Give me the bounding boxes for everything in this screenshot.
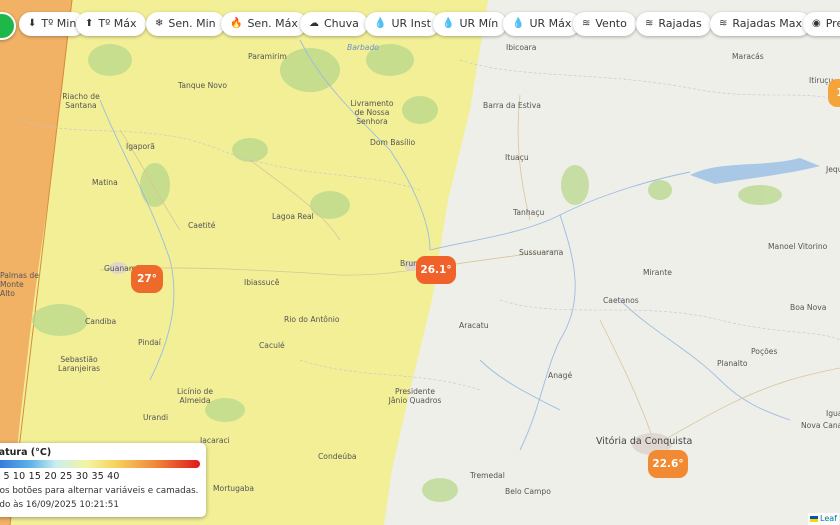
place-label: Anagé bbox=[548, 371, 573, 380]
arrow-down-icon: ⬇ bbox=[28, 18, 37, 29]
place-label: Ituaçu bbox=[505, 153, 529, 162]
place-label: Jequ bbox=[826, 165, 840, 174]
place-label: Dom Basílio bbox=[370, 138, 416, 147]
wind-icon: ≋ bbox=[582, 18, 591, 29]
place-label: Caetité bbox=[188, 221, 216, 230]
ur-min-button[interactable]: 💧 UR Mín bbox=[433, 12, 508, 36]
place-label: Riacho de Santana bbox=[62, 92, 100, 110]
rajadas-max-button[interactable]: ≋ Rajadas Max bbox=[710, 12, 812, 36]
place-label: Pindaí bbox=[138, 338, 161, 347]
rajadas-button[interactable]: ≋ Rajadas bbox=[636, 12, 711, 36]
rajadas-max-button-label: Rajadas Max bbox=[732, 17, 803, 30]
droplet-icon: 💧 bbox=[442, 18, 455, 29]
place-label: Tremedal bbox=[470, 471, 505, 480]
place-label: Vitória da Conquista bbox=[596, 436, 693, 447]
place-label: Boa Nova bbox=[790, 303, 827, 312]
tmax-button[interactable]: ⬆ Tº Máx bbox=[76, 12, 146, 36]
home-button[interactable] bbox=[0, 12, 16, 40]
chuva-button-label: Chuva bbox=[324, 17, 359, 30]
ur-inst-button-label: UR Inst bbox=[391, 17, 431, 30]
place-label: Sebastião Laranjeiras bbox=[58, 355, 101, 373]
place-label: Maracás bbox=[732, 52, 764, 61]
ur-inst-button[interactable]: 💧 UR Inst bbox=[365, 12, 440, 36]
ukraine-flag-icon bbox=[810, 516, 818, 522]
place-label: Caculé bbox=[259, 341, 285, 350]
place-label: Caetanos bbox=[603, 296, 639, 305]
variable-toolbar: ⬇ Tº Min ⬆ Tº Máx ❄ Sen. Min 🔥 Sen. Máx ☁ Chu… bbox=[0, 10, 840, 40]
chuva-button[interactable]: ☁ Chuva bbox=[300, 12, 368, 36]
temperature-marker[interactable]: 26.1° bbox=[416, 256, 456, 284]
pressao-button-label: Pre bbox=[825, 17, 840, 30]
place-label: Aracatu bbox=[459, 321, 489, 330]
sens-max-button[interactable]: 🔥 Sen. Máx bbox=[221, 12, 307, 36]
temperature-legend: ratura (°C) 0 5 10 15 20 25 30 35 40 nos… bbox=[0, 443, 206, 517]
place-label: Mortugaba bbox=[213, 484, 255, 493]
place-label: Palmas de Monte Alto bbox=[0, 271, 39, 298]
place-label: Presidente Jânio Quadros bbox=[388, 387, 442, 405]
tmin-button-label: Tº Min bbox=[41, 17, 77, 30]
wind-icon: ≋ bbox=[719, 18, 728, 29]
place-label: Ibiassucê bbox=[244, 278, 280, 287]
rajadas-button-label: Rajadas bbox=[658, 17, 702, 30]
ur-max-button-label: UR Máx bbox=[529, 17, 572, 30]
place-label: Tanque Novo bbox=[178, 81, 228, 90]
droplet-icon: 💧 bbox=[374, 18, 387, 29]
sens-min-button[interactable]: ❄ Sen. Min bbox=[146, 12, 225, 36]
sens-min-button-label: Sen. Min bbox=[168, 17, 216, 30]
place-label: Manoel Vitorino bbox=[768, 242, 828, 251]
fire-icon: 🔥 bbox=[230, 18, 243, 29]
place-label: Belo Campo bbox=[505, 487, 551, 496]
place-label: Sussuarana bbox=[519, 248, 564, 257]
place-label: Rio do Antônio bbox=[284, 315, 340, 324]
temperature-marker[interactable]: 27° bbox=[131, 265, 163, 293]
place-label: Planalto bbox=[717, 359, 748, 368]
tmax-button-label: Tº Máx bbox=[98, 17, 137, 30]
place-label: Licínio de Almeida bbox=[176, 387, 214, 405]
sens-max-button-label: Sen. Máx bbox=[247, 17, 298, 30]
vento-button[interactable]: ≋ Vento bbox=[573, 12, 636, 36]
cloud-rain-icon: ☁ bbox=[309, 18, 319, 29]
place-label: Poções bbox=[751, 347, 778, 356]
place-label: Candiba bbox=[85, 317, 117, 326]
place-label: Nova Canaã bbox=[801, 421, 840, 430]
wind-icon: ≋ bbox=[645, 18, 654, 29]
droplet-icon: 💧 bbox=[512, 18, 525, 29]
place-label: Urandi bbox=[143, 413, 169, 422]
map-attribution[interactable]: Leaf bbox=[808, 513, 839, 525]
place-label: Ibicoara bbox=[506, 43, 537, 52]
ur-max-button[interactable]: 💧 UR Máx bbox=[503, 12, 581, 36]
attribution-link[interactable]: Leaf bbox=[820, 513, 837, 525]
arrow-up-icon: ⬆ bbox=[85, 18, 94, 29]
place-label: Igaporã bbox=[126, 142, 155, 151]
gauge-icon: ◉ bbox=[812, 18, 821, 29]
pressao-button[interactable]: ◉ Pre bbox=[803, 12, 840, 36]
legend-color-scale bbox=[0, 460, 200, 468]
legend-hint: nos botões para alternar variáveis e cam… bbox=[0, 486, 199, 496]
snowflake-icon: ❄ bbox=[155, 18, 164, 29]
temperature-marker[interactable]: 22.6° bbox=[648, 450, 688, 478]
place-label: Lagoa Real bbox=[272, 212, 314, 221]
place-label: Tanhaçu bbox=[513, 208, 545, 217]
ur-min-button-label: UR Mín bbox=[459, 17, 499, 30]
place-label: Paramirim bbox=[248, 52, 287, 61]
vento-button-label: Vento bbox=[595, 17, 627, 30]
legend-ticks: 0 5 10 15 20 25 30 35 40 bbox=[0, 471, 120, 482]
place-label: Iguaí bbox=[826, 409, 840, 418]
place-label: Matina bbox=[92, 178, 118, 187]
place-label: Barra da Estiva bbox=[483, 101, 541, 110]
place-label: Condeúba bbox=[318, 452, 357, 461]
place-label: Mirante bbox=[643, 268, 672, 277]
temperature-marker[interactable]: 1 bbox=[828, 79, 840, 107]
place-label: Barbado bbox=[347, 43, 379, 52]
legend-updated-time: ado às 16/09/2025 10:21:51 bbox=[0, 500, 119, 510]
place-label: Livramento de Nossa Senhora bbox=[350, 99, 394, 126]
legend-title: ratura (°C) bbox=[0, 447, 52, 458]
